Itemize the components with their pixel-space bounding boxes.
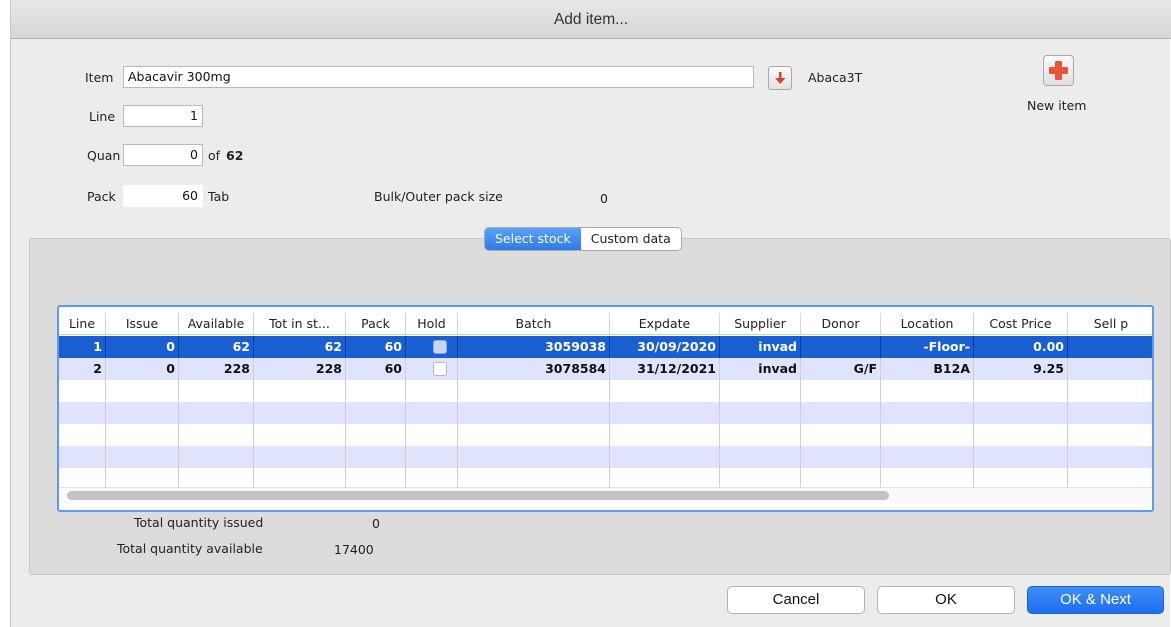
total-issued-label: Total quantity issued	[134, 515, 264, 530]
new-item-button[interactable]	[1043, 55, 1074, 86]
cell-location: B12A	[881, 358, 974, 380]
col-hold[interactable]: Hold	[406, 313, 458, 335]
col-batch[interactable]: Batch	[458, 313, 610, 335]
cell-sell-price	[1068, 358, 1152, 380]
cell-donor	[801, 336, 881, 358]
ok-button[interactable]: OK	[877, 586, 1015, 614]
col-location[interactable]: Location	[881, 313, 974, 335]
cell-hold	[406, 358, 458, 380]
quan-total: 62	[226, 148, 244, 163]
cell-issue[interactable]: 0	[106, 358, 179, 380]
line-label: Line	[89, 109, 116, 124]
add-item-dialog: Add item... Item Abacavir 300mg Abaca3T …	[10, 0, 1171, 627]
item-code: Abaca3T	[808, 70, 863, 85]
cell-cost-price: 0.00	[974, 336, 1068, 358]
cell-tot-in-stock: 62	[254, 336, 346, 358]
pack-input[interactable]: 60	[123, 185, 203, 207]
total-available-value: 17400	[334, 542, 374, 557]
pack-label: Pack	[87, 189, 116, 204]
hold-checkbox[interactable]	[433, 362, 447, 376]
col-available[interactable]: Available	[179, 313, 254, 335]
item-lookup-button[interactable]	[768, 66, 792, 90]
new-item-label: New item	[1027, 98, 1087, 113]
col-donor[interactable]: Donor	[801, 313, 881, 335]
col-expdate[interactable]: Expdate	[610, 313, 720, 335]
cell-batch: 3059038	[458, 336, 610, 358]
cell-donor: G/F	[801, 358, 881, 380]
item-input[interactable]: Abacavir 300mg	[123, 66, 754, 88]
cell-pack: 60	[346, 336, 406, 358]
col-issue[interactable]: Issue	[106, 313, 179, 335]
stock-table[interactable]: Line Issue Available Tot in st... Pack H…	[57, 305, 1154, 512]
table-header: Line Issue Available Tot in st... Pack H…	[59, 313, 1152, 335]
cell-supplier: invad	[720, 336, 801, 358]
empty-row	[59, 446, 1152, 468]
col-pack[interactable]: Pack	[346, 313, 406, 335]
total-issued-value: 0	[372, 516, 380, 531]
line-input[interactable]: 1	[123, 105, 203, 127]
empty-row	[59, 402, 1152, 424]
quan-label: Quan	[87, 148, 121, 163]
ok-next-button[interactable]: OK & Next	[1027, 586, 1164, 614]
cell-line: 2	[59, 358, 106, 380]
cell-issue[interactable]: 0	[106, 336, 179, 358]
cell-hold	[406, 336, 458, 358]
cancel-button[interactable]: Cancel	[727, 586, 865, 614]
tab-custom-data[interactable]: Custom data	[580, 228, 681, 250]
empty-row	[59, 424, 1152, 446]
total-available-label: Total quantity available	[117, 541, 263, 556]
cell-available: 62	[179, 336, 254, 358]
col-sell-price[interactable]: Sell p	[1068, 313, 1152, 335]
download-arrow-icon	[775, 72, 786, 84]
window-title: Add item...	[11, 0, 1171, 39]
hold-checkbox[interactable]	[433, 340, 447, 354]
cell-available: 228	[179, 358, 254, 380]
cell-supplier: invad	[720, 358, 801, 380]
cell-sell-price	[1068, 336, 1152, 358]
cell-tot-in-stock: 228	[254, 358, 346, 380]
horizontal-scrollbar[interactable]	[67, 491, 889, 500]
cell-expdate: 30/09/2020	[610, 336, 720, 358]
cell-batch: 3078584	[458, 358, 610, 380]
bulk-pack-label: Bulk/Outer pack size	[374, 189, 503, 204]
table-row[interactable]: 1 0 62 62 60 3059038 30/09/2020 invad -F…	[59, 336, 1152, 358]
quan-input[interactable]: 0	[123, 144, 203, 166]
cell-cost-price: 9.25	[974, 358, 1068, 380]
item-label: Item	[85, 70, 114, 85]
empty-row	[59, 380, 1152, 402]
col-tot-in-stock[interactable]: Tot in st...	[254, 313, 346, 335]
col-supplier[interactable]: Supplier	[720, 313, 801, 335]
cell-location: -Floor-	[881, 336, 974, 358]
pack-unit: Tab	[208, 189, 230, 204]
cell-line: 1	[59, 336, 106, 358]
cell-expdate: 31/12/2021	[610, 358, 720, 380]
cell-pack: 60	[346, 358, 406, 380]
quan-of-text: of	[208, 148, 221, 163]
tab-select-stock[interactable]: Select stock	[485, 228, 581, 250]
tab-bar: Select stock Custom data	[484, 227, 682, 251]
bulk-pack-value: 0	[600, 191, 608, 206]
table-row[interactable]: 2 0 228 228 60 3078584 31/12/2021 invad …	[59, 358, 1152, 380]
col-cost-price[interactable]: Cost Price	[974, 313, 1068, 335]
col-line[interactable]: Line	[59, 313, 106, 335]
plus-icon	[1049, 61, 1068, 80]
